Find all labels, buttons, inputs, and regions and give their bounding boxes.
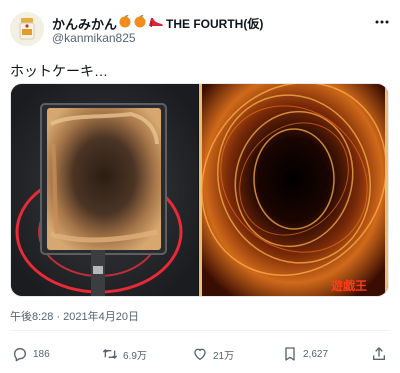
author-display-name[interactable]: かんみかん [52, 14, 117, 33]
tweet-media[interactable]: 遊戯王 [10, 83, 389, 297]
tweet-card: かんみかん THE FOURTH(仮) @kanmikan825 ホットケーキ… [0, 0, 400, 373]
bookmark-count: 2,627 [303, 348, 329, 360]
vortex-card-image[interactable]: 遊戯王 [199, 84, 388, 296]
card-caption: 遊戯王 [331, 278, 367, 293]
more-options-button[interactable] [374, 14, 390, 30]
orange-icon [118, 14, 132, 33]
like-button[interactable]: 21万 [192, 344, 234, 364]
reply-button[interactable]: 186 [12, 344, 50, 364]
orange-icon [133, 14, 147, 33]
avatar[interactable] [10, 12, 44, 46]
pancake-photo[interactable] [11, 84, 198, 296]
share-icon [373, 347, 385, 360]
reply-icon [14, 348, 26, 362]
share-button[interactable] [371, 344, 387, 364]
bookmark-icon [285, 347, 295, 361]
action-bar: 186 6.9万 21万 2,627 [10, 344, 390, 364]
reply-count: 186 [33, 348, 50, 360]
bookmark-button[interactable]: 2,627 [282, 344, 328, 364]
tweet-timestamp[interactable]: 午後8:28 · 2021年4月20日 [10, 308, 139, 324]
retweet-count: 6.9万 [123, 350, 147, 362]
author-name-suffix: THE FOURTH(仮) [166, 16, 264, 31]
author-handle[interactable]: @kanmikan825 [52, 31, 136, 45]
high-heel-icon [148, 14, 164, 33]
author-name-row[interactable]: かんみかん THE FOURTH(仮) [52, 14, 263, 32]
retweet-button[interactable]: 6.9万 [102, 344, 147, 364]
more-dots-icon [375, 20, 389, 24]
retweet-icon [102, 349, 118, 359]
like-count: 21万 [213, 350, 235, 362]
heart-icon [194, 348, 206, 360]
tweet-text: ホットケーキ… [10, 63, 108, 79]
divider [10, 330, 390, 331]
